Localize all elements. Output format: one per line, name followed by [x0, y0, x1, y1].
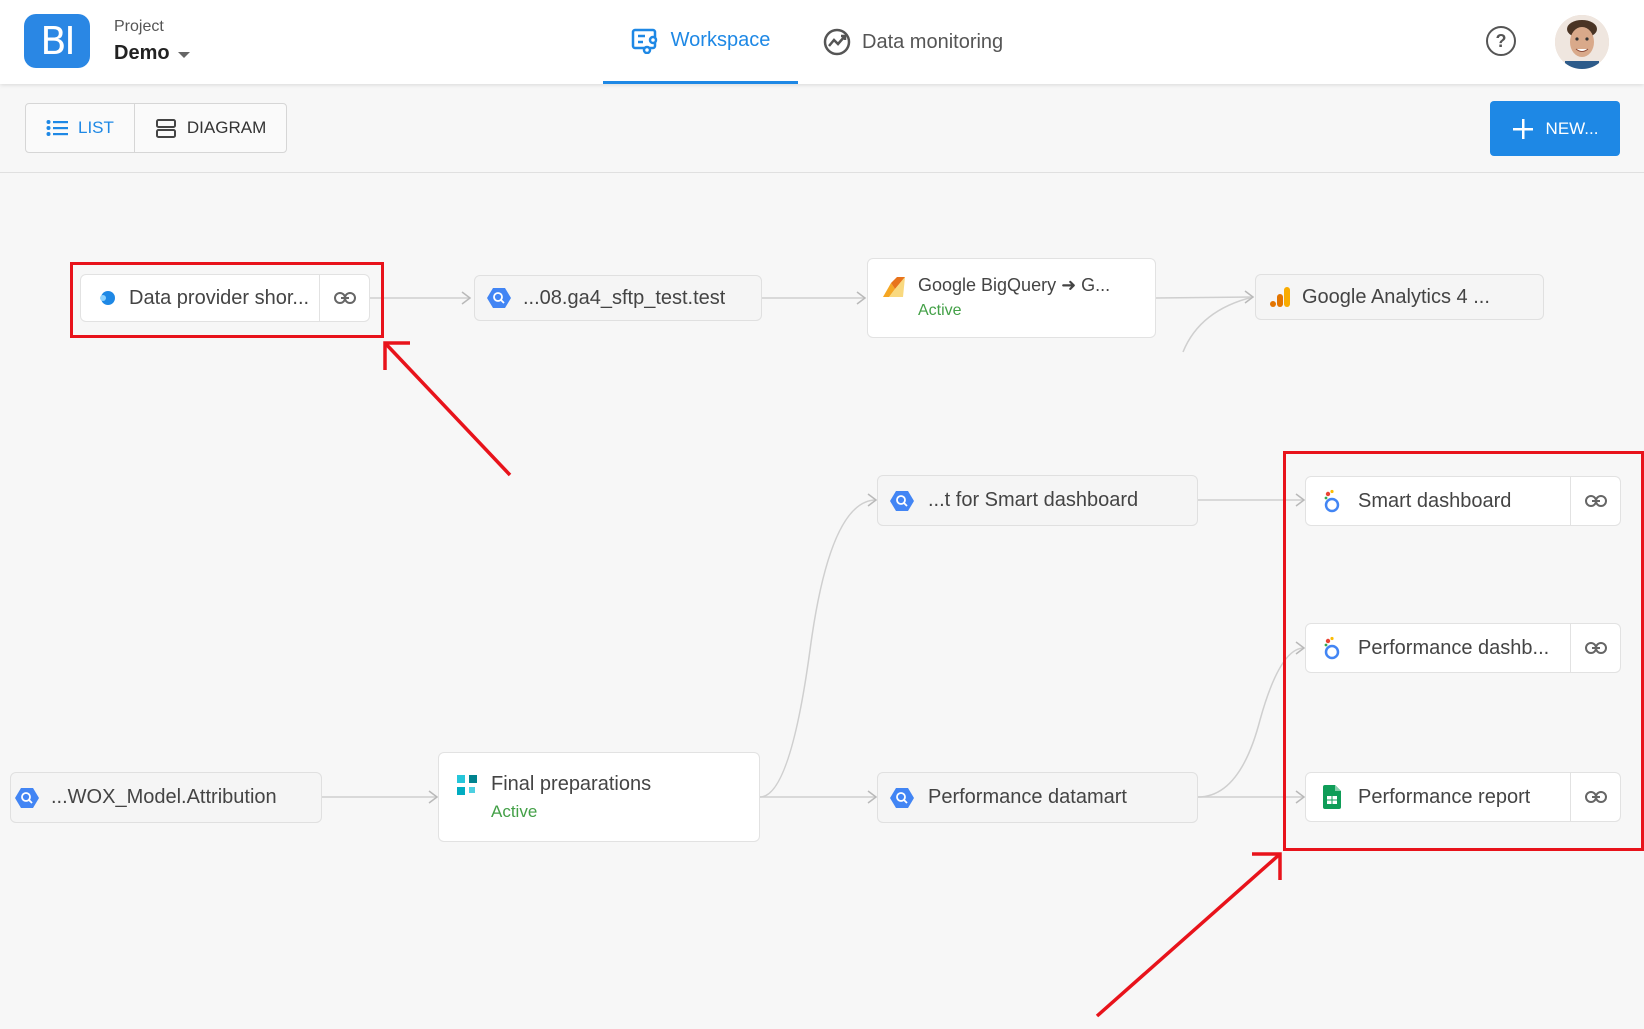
arrow-to-destinations: [1095, 852, 1282, 1018]
arrow-to-data-provider: [383, 341, 512, 477]
annotation-arrows: [383, 341, 1282, 1018]
